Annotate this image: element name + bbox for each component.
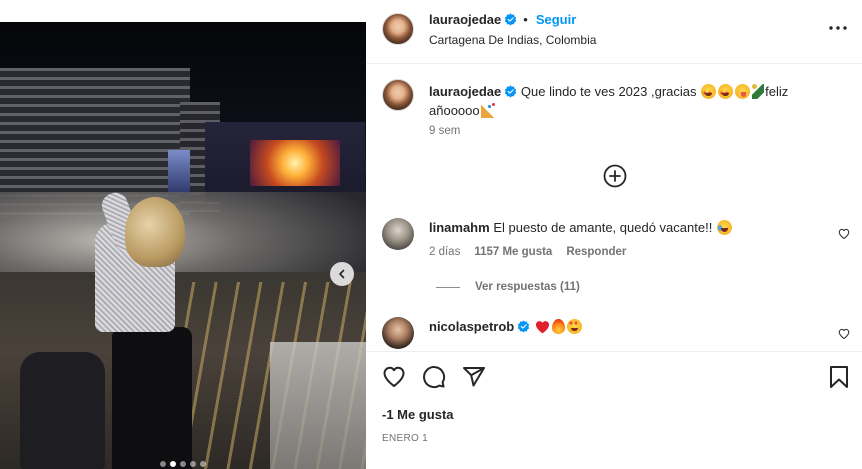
comment-avatar[interactable] bbox=[382, 218, 414, 250]
comment-like-button[interactable] bbox=[838, 327, 850, 345]
laughing-tears-emoji bbox=[716, 220, 732, 235]
bookmark-icon bbox=[830, 366, 848, 388]
champagne-emoji bbox=[752, 84, 765, 99]
comment-bubble-icon bbox=[423, 366, 446, 389]
comment-like-button[interactable] bbox=[838, 227, 850, 245]
plus-circle-icon bbox=[603, 164, 627, 188]
verified-badge-icon bbox=[505, 85, 517, 98]
author-avatar[interactable] bbox=[382, 13, 414, 45]
save-button[interactable] bbox=[828, 365, 850, 394]
post-header: lauraojedae • Seguir bbox=[429, 12, 576, 27]
caption-text: Que lindo te ves 2023 ,gracias bbox=[520, 84, 697, 99]
photo-woman-skirt bbox=[112, 327, 192, 469]
heart-outline-icon bbox=[838, 328, 850, 339]
photo-stage-screen bbox=[250, 140, 340, 186]
chevron-left-icon bbox=[339, 269, 345, 279]
red-heart-emoji bbox=[536, 320, 550, 333]
more-horizontal-icon bbox=[829, 26, 847, 30]
comment-text: linamahm El puesto de amante, quedó vaca… bbox=[429, 220, 829, 235]
share-button[interactable] bbox=[462, 365, 486, 394]
post-details-panel: lauraojedae • Seguir Cartagena De Indias… bbox=[366, 0, 862, 469]
party-popper-emoji bbox=[480, 103, 495, 118]
like-button[interactable] bbox=[382, 365, 406, 394]
comment-meta: 2 días 1157 Me gusta Responder bbox=[429, 246, 626, 258]
comment-text: nicolaspetrob bbox=[429, 319, 583, 334]
comment-body: El puesto de amante, quedó vacante!! bbox=[493, 220, 713, 235]
post-actions: -1 Me gusta ENERO 1 bbox=[366, 351, 862, 469]
paper-plane-icon bbox=[463, 367, 485, 387]
photo-tablecloth bbox=[270, 342, 366, 469]
follow-button[interactable]: Seguir bbox=[536, 12, 576, 27]
verified-badge-icon bbox=[505, 13, 517, 26]
actions-divider bbox=[366, 351, 862, 352]
photo-side-screen bbox=[168, 150, 190, 196]
star-struck-emoji bbox=[718, 84, 734, 104]
header-separator: • bbox=[523, 12, 528, 27]
carousel-dot bbox=[190, 461, 196, 467]
photo-stroller bbox=[20, 352, 105, 469]
header-divider bbox=[366, 63, 862, 64]
star-struck-emoji bbox=[567, 319, 583, 334]
carousel-dot bbox=[160, 461, 166, 467]
author-username[interactable]: lauraojedae bbox=[429, 12, 501, 27]
comment-likes[interactable]: 1157 Me gusta bbox=[474, 246, 552, 258]
previous-photo-button[interactable] bbox=[330, 262, 354, 286]
view-replies-button[interactable]: Ver respuestas (11) bbox=[436, 281, 580, 293]
post-photo[interactable] bbox=[0, 22, 366, 469]
comment-button[interactable] bbox=[422, 365, 446, 394]
heart-outline-icon bbox=[838, 228, 850, 239]
post-date[interactable]: ENERO 1 bbox=[382, 433, 428, 444]
carousel-dot bbox=[180, 461, 186, 467]
photo-woman-hair bbox=[125, 197, 185, 267]
more-options-button[interactable] bbox=[828, 18, 848, 38]
replies-line bbox=[436, 286, 460, 288]
comment-username[interactable]: nicolaspetrob bbox=[429, 319, 514, 334]
likes-count[interactable]: -1 Me gusta bbox=[382, 407, 454, 422]
carousel-dot bbox=[170, 461, 176, 467]
caption-time[interactable]: 9 sem bbox=[429, 125, 460, 137]
view-replies-label: Ver respuestas (11) bbox=[475, 281, 580, 293]
caption-author-avatar[interactable] bbox=[382, 79, 414, 111]
heart-outline-icon bbox=[383, 366, 405, 387]
photo-carousel-dots bbox=[0, 461, 366, 467]
comment-username[interactable]: linamahm bbox=[429, 220, 490, 235]
load-more-comments-button[interactable] bbox=[602, 163, 628, 189]
reply-button[interactable]: Responder bbox=[566, 246, 626, 258]
carousel-dot bbox=[200, 461, 206, 467]
comment-time[interactable]: 2 días bbox=[429, 246, 460, 258]
fire-emoji bbox=[552, 319, 566, 334]
caption-username[interactable]: lauraojedae bbox=[429, 84, 501, 99]
comment-avatar[interactable] bbox=[382, 317, 414, 349]
post-caption: lauraojedae Que lindo te ves 2023 ,graci… bbox=[429, 82, 829, 120]
yum-emoji bbox=[735, 84, 751, 99]
star-struck-emoji bbox=[701, 84, 717, 104]
post-location[interactable]: Cartagena De Indias, Colombia bbox=[429, 33, 596, 47]
verified-badge-icon bbox=[518, 320, 530, 333]
